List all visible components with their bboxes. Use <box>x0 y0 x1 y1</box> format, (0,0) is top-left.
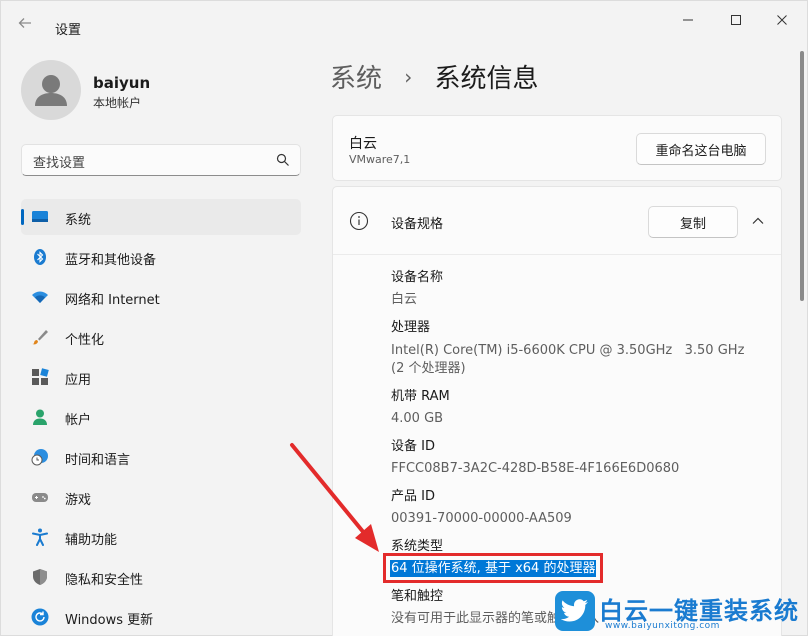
paintbrush-icon <box>32 330 48 345</box>
page-title: 系统信息 <box>434 64 539 94</box>
minimize-button[interactable] <box>665 7 711 33</box>
sidebar-item-personalization[interactable]: 个性化 <box>21 319 301 355</box>
sidebar-item-label: 系统 <box>65 213 92 228</box>
back-button[interactable] <box>17 15 41 37</box>
spec-value-product-id: 00391-70000-00000-AA509 <box>391 511 572 526</box>
system-monitor-icon <box>32 211 48 222</box>
spec-label-ram: 机带 RAM <box>391 389 450 404</box>
sidebar-item-privacy[interactable]: 隐私和安全性 <box>21 559 301 595</box>
maximize-button[interactable] <box>713 7 759 33</box>
chevron-up-icon[interactable] <box>751 214 765 228</box>
sidebar-item-network[interactable]: 网络和 Internet <box>21 279 301 315</box>
device-specs-title: 设备规格 <box>391 217 444 232</box>
title-bar: 设置 <box>1 1 808 49</box>
breadcrumb: 系统 › 系统信息 <box>330 58 539 95</box>
sidebar-item-windows-update[interactable]: Windows 更新 <box>21 599 301 635</box>
user-silhouette-icon <box>35 75 67 106</box>
spec-label-device-id: 设备 ID <box>391 439 435 454</box>
search-icon[interactable] <box>276 153 290 167</box>
sidebar-item-accounts[interactable]: 帐户 <box>21 399 301 435</box>
back-arrow-icon <box>18 18 31 28</box>
spec-value-processor: Intel(R) Core(TM) i5-6600K CPU @ 3.50GHz… <box>391 343 745 358</box>
sidebar-item-gaming[interactable]: 游戏 <box>21 479 301 515</box>
sidebar-item-label: 应用 <box>65 373 92 388</box>
spec-value-processor-count: (2 个处理器) <box>391 361 466 376</box>
close-button[interactable] <box>759 7 805 33</box>
time-language-icon <box>31 449 48 466</box>
settings-window: 设置 baiyun 本地帐户 查找设置 系统 蓝牙和其他设备 网络和 Inter… <box>0 0 808 636</box>
sidebar-item-time-language[interactable]: 时间和语言 <box>21 439 301 475</box>
spec-label-product-id: 产品 ID <box>391 489 435 504</box>
search-placeholder: 查找设置 <box>33 156 86 171</box>
windows-update-icon <box>31 608 49 626</box>
spec-label-device-name: 设备名称 <box>391 270 444 285</box>
sidebar-item-label: 辅助功能 <box>65 533 118 548</box>
breadcrumb-separator: › <box>404 65 413 89</box>
active-indicator <box>21 209 24 225</box>
gamepad-icon <box>32 493 48 502</box>
pc-name: 白云 <box>349 136 377 152</box>
rename-pc-button[interactable]: 重命名这台电脑 <box>636 133 766 165</box>
maximize-icon <box>731 15 741 25</box>
sidebar-item-label: Windows 更新 <box>65 613 154 628</box>
twitter-bird-logo-icon <box>555 591 595 631</box>
info-icon <box>349 211 369 231</box>
sidebar-item-label: 网络和 Internet <box>65 293 160 308</box>
bluetooth-icon <box>34 249 46 265</box>
sidebar-item-label: 帐户 <box>65 413 92 428</box>
close-icon <box>777 15 787 25</box>
sidebar-item-accessibility[interactable]: 辅助功能 <box>21 519 301 555</box>
highlight-box <box>383 553 603 583</box>
spec-value-device-id: FFCC08B7-3A2C-428D-B58E-4F166E6D0680 <box>391 461 680 476</box>
watermark-url: www.baiyunxitong.com <box>605 621 720 631</box>
watermark: 白云一键重装系统 www.baiyunxitong.com <box>549 587 808 636</box>
sidebar-item-label: 蓝牙和其他设备 <box>65 253 157 268</box>
sidebar-item-label: 个性化 <box>65 333 105 348</box>
shield-icon <box>33 569 47 585</box>
account-name: baiyun <box>93 74 151 92</box>
spec-label-system-type: 系统类型 <box>391 539 444 554</box>
device-specs-header[interactable]: 设备规格 复制 <box>333 187 781 255</box>
accessibility-icon <box>32 528 48 546</box>
spec-value-device-name: 白云 <box>391 292 418 307</box>
account-icon <box>33 409 47 425</box>
sidebar-item-system[interactable]: 系统 <box>21 199 301 235</box>
sidebar-item-apps[interactable]: 应用 <box>21 359 301 395</box>
spec-value-ram: 4.00 GB <box>391 411 444 426</box>
spec-label-pen-touch: 笔和触控 <box>391 589 444 604</box>
apps-icon <box>32 368 49 385</box>
search-input[interactable]: 查找设置 <box>21 144 301 176</box>
wifi-icon <box>32 291 48 303</box>
sidebar-item-label: 游戏 <box>65 493 92 508</box>
account-type: 本地帐户 <box>93 96 142 110</box>
pc-name-card: 白云 VMware7,1 重命名这台电脑 <box>332 115 782 181</box>
pc-model: VMware7,1 <box>349 153 411 166</box>
sidebar-item-label: 时间和语言 <box>65 453 131 468</box>
scrollbar[interactable] <box>800 51 804 301</box>
copy-button[interactable]: 复制 <box>648 206 738 238</box>
breadcrumb-parent[interactable]: 系统 <box>330 64 382 94</box>
minimize-icon <box>683 19 693 21</box>
sidebar-item-label: 隐私和安全性 <box>65 573 144 588</box>
spec-label-processor: 处理器 <box>391 320 431 335</box>
sidebar-item-bluetooth[interactable]: 蓝牙和其他设备 <box>21 239 301 275</box>
app-title: 设置 <box>55 23 82 38</box>
avatar[interactable] <box>21 60 81 120</box>
